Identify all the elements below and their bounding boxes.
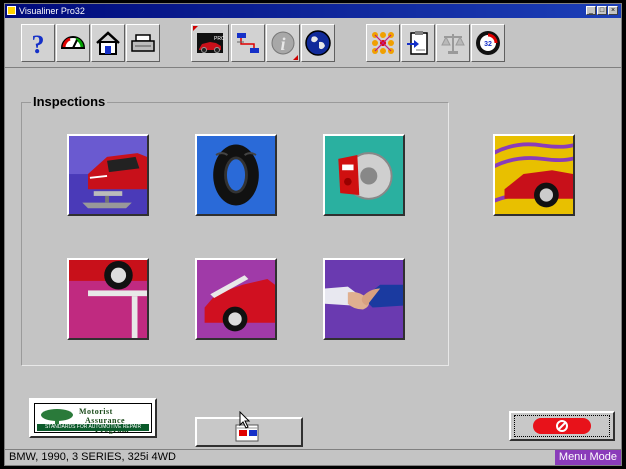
car-on-lift-icon: [69, 136, 147, 214]
tire-inspection-tile[interactable]: [195, 134, 277, 216]
exit-button[interactable]: [509, 411, 615, 441]
alignment-vibration-tile[interactable]: [493, 134, 575, 216]
exit-focus-ring: [514, 415, 610, 437]
pro32-button[interactable]: PRO: [191, 24, 229, 62]
app-icon[interactable]: [7, 6, 16, 15]
car-hood-open-icon: [197, 260, 275, 338]
map-logo: Motorist Assurance Program STANDARDS FOR…: [34, 403, 152, 434]
close-button[interactable]: ×: [608, 6, 618, 15]
vehicle-status: BMW, 1990, 3 SERIES, 325i 4WD: [9, 451, 176, 463]
title-bar: Visualiner Pro32 _ □ ×: [5, 4, 621, 18]
mouse-cursor-icon: [239, 411, 251, 429]
info-button[interactable]: i: [266, 24, 300, 62]
svg-text:32: 32: [484, 41, 492, 48]
hierarchy-button[interactable]: [231, 24, 265, 62]
scale-icon: [441, 34, 465, 54]
red-corner-flag: [193, 26, 198, 31]
wheel-on-lift-icon: [69, 260, 147, 338]
printer-icon: [131, 34, 155, 52]
hood-inspection-tile[interactable]: [195, 258, 277, 340]
clipboard-button[interactable]: [401, 24, 435, 62]
scale-button[interactable]: [436, 24, 470, 62]
gauge-icon: [60, 36, 86, 49]
pro32-badge-button[interactable]: 32: [471, 24, 505, 62]
info-icon: i: [271, 31, 295, 55]
svg-text:?: ?: [32, 30, 45, 57]
toolbar: ? PRO i 32: [5, 18, 621, 68]
clipboard-icon: [407, 31, 428, 55]
inspections-title: Inspections: [31, 94, 108, 109]
globe-icon: [305, 30, 331, 56]
lift-inspection-tile[interactable]: [67, 134, 149, 216]
red-corner-flag: [293, 55, 298, 60]
content-area: Inspections Motorist Assurance STANDARDS…: [5, 68, 621, 448]
tire-icon: [197, 136, 275, 214]
map-line1: Motorist: [79, 407, 113, 416]
gauge-button[interactable]: [56, 24, 90, 62]
maximize-button[interactable]: □: [597, 6, 607, 15]
minimize-button[interactable]: _: [586, 6, 596, 15]
handshake-tile[interactable]: [323, 258, 405, 340]
pro32-badge-icon: 32: [476, 31, 500, 55]
network-button[interactable]: [366, 24, 400, 62]
help-button[interactable]: ?: [21, 24, 55, 62]
app-window: Visualiner Pro32 _ □ × ? PRO i 32 Inspec…: [4, 3, 622, 466]
svg-text:PRO: PRO: [214, 36, 224, 42]
question-mark-icon: ?: [32, 30, 45, 57]
hierarchy-icon: [237, 33, 259, 53]
pro32-car-icon: PRO: [197, 33, 224, 53]
brake-caliper-icon: [325, 136, 403, 214]
map-subtitle: STANDARDS FOR AUTOMOTIVE REPAIR: [37, 424, 149, 431]
print-button[interactable]: [126, 24, 160, 62]
network-icon: [372, 32, 394, 54]
status-bar: BMW, 1990, 3 SERIES, 325i 4WD Menu Mode: [5, 449, 621, 465]
window-title: Visualiner Pro32: [19, 6, 85, 16]
handshake-icon: [325, 260, 403, 338]
suspension-inspection-tile[interactable]: [67, 258, 149, 340]
motorist-assurance-program-button[interactable]: Motorist Assurance Program STANDARDS FOR…: [29, 398, 157, 438]
brake-inspection-tile[interactable]: [323, 134, 405, 216]
globe-button[interactable]: [301, 24, 335, 62]
mode-indicator: Menu Mode: [554, 450, 621, 465]
home-button[interactable]: [91, 24, 125, 62]
stop-icon: [533, 418, 591, 434]
car-vibration-icon: [495, 136, 573, 214]
svg-text:i: i: [280, 34, 285, 54]
home-icon: [96, 31, 120, 55]
